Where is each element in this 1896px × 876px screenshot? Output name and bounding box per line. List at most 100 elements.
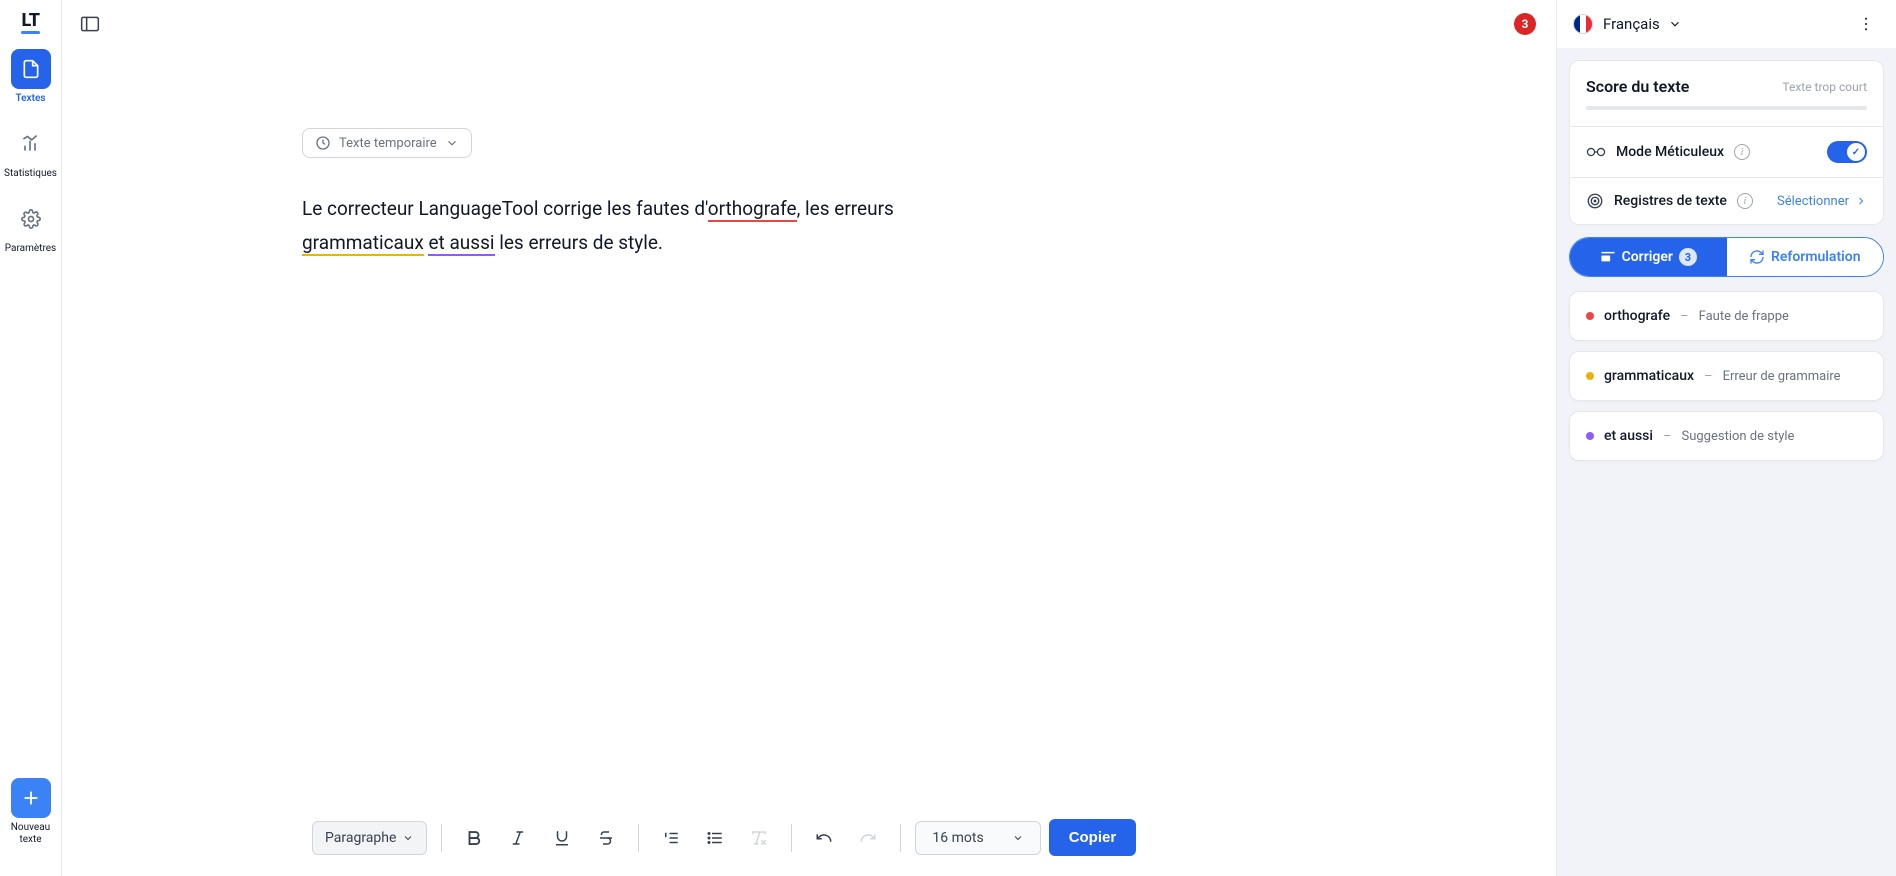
register-row: Registres de texte i Sélectionner <box>1570 177 1883 224</box>
meticulous-label: Mode Méticuleux <box>1616 144 1724 160</box>
issue-item[interactable]: grammaticaux – Erreur de grammaire <box>1569 351 1884 401</box>
plus-icon <box>11 778 51 818</box>
logo: LT <box>21 10 39 31</box>
tab-corriger[interactable]: Corriger 3 <box>1570 238 1727 276</box>
ordered-list-button[interactable] <box>653 820 689 856</box>
issue-dot <box>1586 432 1594 440</box>
tab-reformulation[interactable]: Reformulation <box>1727 238 1884 276</box>
chevron-down-icon <box>1668 17 1682 31</box>
clock-icon <box>315 135 331 151</box>
word-count-label: 16 mots <box>932 830 983 846</box>
issue-word: et aussi <box>1604 428 1653 444</box>
issue-word: orthografe <box>1604 308 1670 324</box>
nav-statistiques[interactable]: Statistiques <box>4 124 57 179</box>
issue-desc: Suggestion de style <box>1681 429 1794 444</box>
panel-toggle-button[interactable] <box>74 10 106 38</box>
chevron-right-icon <box>1855 195 1867 207</box>
error-et-aussi[interactable]: et aussi <box>428 231 494 256</box>
divider <box>638 824 639 852</box>
info-icon[interactable]: i <box>1734 144 1750 160</box>
score-card: Score du texte Texte trop court Mode Mét… <box>1569 60 1884 225</box>
register-label: Registres de texte <box>1614 193 1727 209</box>
rp-body: Score du texte Texte trop court Mode Mét… <box>1557 48 1896 876</box>
italic-button[interactable] <box>500 820 536 856</box>
chevron-down-icon <box>402 832 414 844</box>
copy-button[interactable]: Copier <box>1049 819 1137 856</box>
issue-desc: Erreur de grammaire <box>1723 369 1841 384</box>
issue-sep: – <box>1663 429 1672 444</box>
target-icon <box>1586 192 1604 210</box>
sidebar: LT Textes Statistiques Paramètres Nouve <box>0 0 62 876</box>
nav-textes[interactable]: Textes <box>11 49 51 104</box>
nav-label: Statistiques <box>4 168 57 179</box>
divider <box>900 824 901 852</box>
error-grammaticaux[interactable]: grammaticaux <box>302 231 424 256</box>
glasses-icon <box>1586 146 1606 158</box>
document-icon <box>11 49 51 89</box>
paragraph-select[interactable]: Paragraphe <box>312 821 427 855</box>
editor[interactable]: Texte temporaire Le correcteur LanguageT… <box>62 48 1556 876</box>
error-count-badge[interactable]: 3 <box>1514 13 1536 35</box>
tab-badge: 3 <box>1679 248 1697 266</box>
score-bar <box>1586 106 1867 110</box>
redo-button[interactable] <box>850 820 886 856</box>
language-select[interactable]: Français <box>1603 15 1682 33</box>
meticulous-row: Mode Méticuleux i <box>1570 126 1883 177</box>
register-action-label: Sélectionner <box>1777 194 1849 209</box>
editor-content[interactable]: Le correcteur LanguageTool corrige les f… <box>302 192 1002 260</box>
issue-desc: Faute de frappe <box>1699 309 1789 324</box>
error-orthografe[interactable]: orthografe <box>708 197 797 222</box>
text-segment: Le correcteur LanguageTool corrige les f… <box>302 197 708 220</box>
refresh-icon <box>1749 249 1765 265</box>
paragraph-label: Paragraphe <box>325 830 396 846</box>
chevron-down-icon <box>445 136 459 150</box>
bottom-toolbar: Paragraphe 16 mots Copier <box>312 819 1526 856</box>
chevron-down-icon <box>1012 832 1024 844</box>
topbar: 3 <box>62 0 1556 48</box>
score-title: Score du texte <box>1586 77 1689 96</box>
bold-button[interactable] <box>456 820 492 856</box>
right-panel: Français Score du texte Texte trop court <box>1556 0 1896 876</box>
divider <box>791 824 792 852</box>
chart-icon <box>10 124 50 164</box>
app-root: LT Textes Statistiques Paramètres Nouve <box>0 0 1896 876</box>
text-segment: les erreurs de style. <box>495 231 663 254</box>
nav-label: Paramètres <box>5 243 56 254</box>
correct-icon <box>1600 250 1616 264</box>
undo-button[interactable] <box>806 820 842 856</box>
issue-dot <box>1586 312 1594 320</box>
register-select-link[interactable]: Sélectionner <box>1777 194 1867 209</box>
score-message: Texte trop court <box>1782 80 1867 94</box>
strikethrough-button[interactable] <box>588 820 624 856</box>
flag-icon <box>1573 14 1593 34</box>
gear-icon <box>11 199 51 239</box>
underline-button[interactable] <box>544 820 580 856</box>
nav-parametres[interactable]: Paramètres <box>5 199 56 254</box>
issue-sep: – <box>1680 309 1689 324</box>
issue-item[interactable]: orthografe – Faute de frappe <box>1569 291 1884 341</box>
issue-dot <box>1586 372 1594 380</box>
language-label: Français <box>1603 15 1660 33</box>
word-count-select[interactable]: 16 mots <box>915 821 1040 855</box>
issue-sep: – <box>1704 369 1713 384</box>
temp-text-label: Texte temporaire <box>339 136 437 151</box>
tab-label: Corriger <box>1622 249 1673 265</box>
new-text-label: Nouveau texte <box>11 822 50 846</box>
tab-label: Reformulation <box>1771 249 1861 265</box>
rp-header: Français <box>1557 0 1896 48</box>
text-segment: , les erreurs <box>797 197 894 220</box>
info-icon[interactable]: i <box>1737 193 1753 209</box>
issue-word: grammaticaux <box>1604 368 1694 384</box>
nav-label: Textes <box>15 93 45 104</box>
center-area: 3 Texte temporaire Le correcteur Languag… <box>62 0 1556 876</box>
clear-format-button[interactable] <box>741 820 777 856</box>
more-button[interactable] <box>1852 10 1880 38</box>
issue-item[interactable]: et aussi – Suggestion de style <box>1569 411 1884 461</box>
temp-text-chip[interactable]: Texte temporaire <box>302 128 472 158</box>
tabbar: Corriger 3 Reformulation <box>1569 237 1884 277</box>
divider <box>441 824 442 852</box>
unordered-list-button[interactable] <box>697 820 733 856</box>
more-vertical-icon <box>1857 15 1875 33</box>
new-text-button[interactable]: Nouveau texte <box>11 778 51 846</box>
meticulous-toggle[interactable] <box>1827 141 1867 163</box>
